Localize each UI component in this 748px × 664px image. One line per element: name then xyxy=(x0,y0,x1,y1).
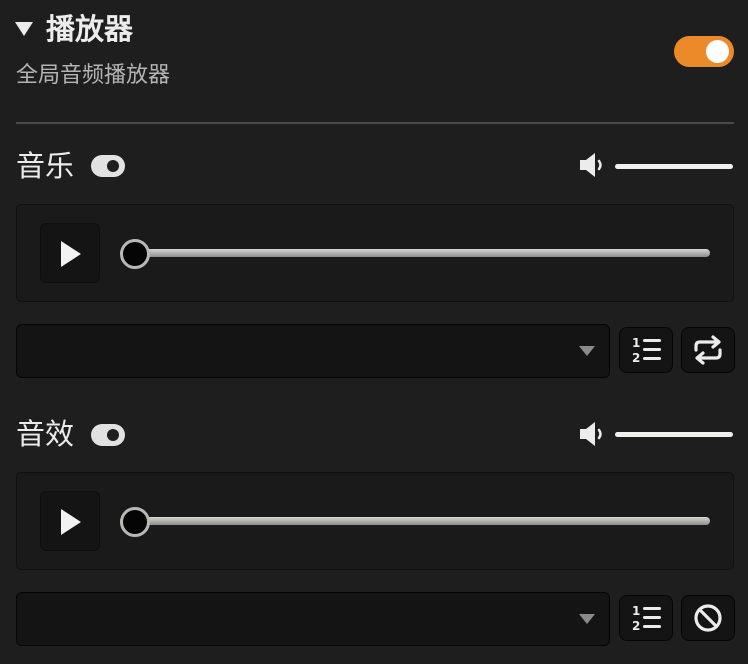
toggle-dot xyxy=(107,160,119,172)
volume-icon[interactable] xyxy=(578,150,608,180)
chevron-down-icon xyxy=(579,614,595,624)
music-progress-slider[interactable] xyxy=(120,238,710,269)
volume-icon[interactable] xyxy=(578,419,608,449)
section-subtitle: 全局音频播放器 xyxy=(16,63,171,88)
sfx-playlist-order-button[interactable]: 1 2 xyxy=(619,595,673,641)
svg-text:1: 1 xyxy=(632,604,640,618)
progress-thumb[interactable] xyxy=(120,507,150,537)
sfx-title: 音效 xyxy=(16,417,75,451)
music-volume-slider[interactable] xyxy=(615,154,733,180)
progress-thumb[interactable] xyxy=(120,239,150,269)
repeat-icon xyxy=(694,335,722,365)
sfx-progress-slider[interactable] xyxy=(120,506,710,537)
music-enable-toggle[interactable] xyxy=(91,155,125,177)
playlist-order-icon: 1 2 xyxy=(632,604,661,633)
divider xyxy=(16,122,734,124)
music-track-select[interactable] xyxy=(16,324,610,378)
playlist-order-icon: 1 2 xyxy=(632,336,661,365)
svg-text:1: 1 xyxy=(632,336,640,350)
svg-text:2: 2 xyxy=(632,619,640,633)
chevron-down-icon xyxy=(579,346,595,356)
toggle-dot xyxy=(107,429,119,441)
sfx-enable-toggle[interactable] xyxy=(91,424,125,446)
collapse-arrow-icon[interactable] xyxy=(14,20,34,38)
sfx-play-button[interactable] xyxy=(40,491,100,551)
toggle-knob xyxy=(706,40,729,63)
player-enable-toggle[interactable] xyxy=(674,36,734,67)
sfx-track-select[interactable] xyxy=(16,592,610,646)
sfx-no-loop-button[interactable] xyxy=(681,595,735,641)
music-repeat-button[interactable] xyxy=(681,327,735,373)
play-icon xyxy=(61,241,81,267)
play-icon xyxy=(61,509,81,535)
volume-track xyxy=(615,432,733,437)
progress-track xyxy=(120,517,710,525)
sfx-volume-slider[interactable] xyxy=(615,422,733,448)
no-loop-icon xyxy=(694,604,722,632)
music-playlist-order-button[interactable]: 1 2 xyxy=(619,327,673,373)
music-play-button[interactable] xyxy=(40,223,100,283)
volume-track xyxy=(615,164,733,169)
section-title: 播放器 xyxy=(46,12,134,46)
progress-track xyxy=(120,249,710,257)
svg-text:2: 2 xyxy=(632,351,640,365)
music-title: 音乐 xyxy=(16,149,75,183)
